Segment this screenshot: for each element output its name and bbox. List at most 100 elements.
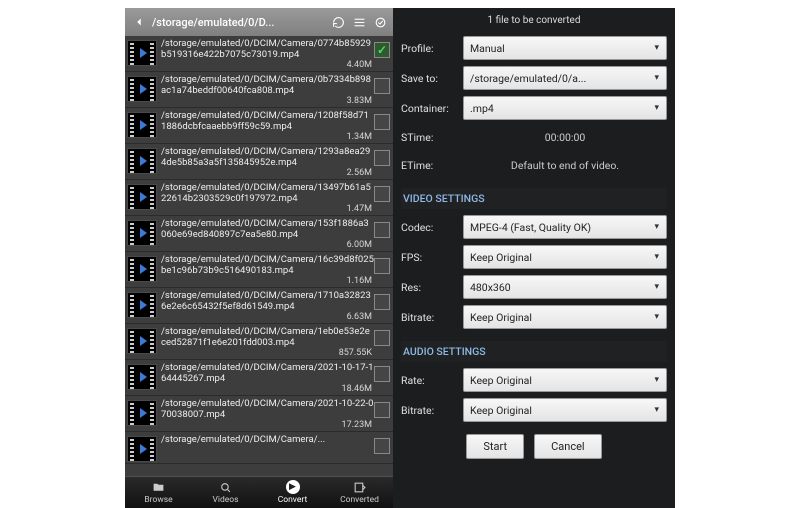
rate-select[interactable]: Keep Original bbox=[463, 368, 667, 392]
file-size: 1.47M bbox=[161, 204, 374, 214]
video-thumb-icon bbox=[127, 364, 157, 390]
file-checkbox[interactable] bbox=[374, 186, 390, 202]
file-checkbox[interactable] bbox=[374, 150, 390, 166]
abitrate-label: Bitrate: bbox=[401, 404, 457, 417]
container-select[interactable]: .mp4 bbox=[463, 96, 667, 120]
etime-field[interactable]: Default to end of video. bbox=[463, 154, 667, 176]
container-label: Container: bbox=[401, 102, 457, 115]
file-name: /storage/emulated/0/DCIM/Camera/1eb0e53e… bbox=[161, 326, 374, 348]
file-row[interactable]: /storage/emulated/0/DCIM/Camera/1208f58d… bbox=[125, 108, 393, 144]
file-name: /storage/emulated/0/DCIM/Camera/1710a328… bbox=[161, 290, 374, 312]
file-row[interactable]: /storage/emulated/0/DCIM/Camera/2021-10-… bbox=[125, 360, 393, 396]
start-button[interactable]: Start bbox=[466, 434, 524, 459]
convert-settings-panel: 1 file to be converted Profile: Manual S… bbox=[393, 8, 675, 508]
stime-label: STime: bbox=[401, 131, 457, 144]
file-size: 857.55K bbox=[161, 348, 374, 358]
video-thumb-icon bbox=[127, 436, 157, 462]
select-all-icon[interactable] bbox=[371, 13, 389, 31]
profile-label: Profile: bbox=[401, 42, 457, 55]
file-list[interactable]: /storage/emulated/0/DCIM/Camera/0774b859… bbox=[125, 36, 393, 476]
file-row[interactable]: /storage/emulated/0/DCIM/Camera/... bbox=[125, 432, 393, 464]
file-name: /storage/emulated/0/DCIM/Camera/153f1886… bbox=[161, 218, 374, 240]
current-path: /storage/emulated/0/D... bbox=[152, 16, 326, 29]
file-row[interactable]: /storage/emulated/0/DCIM/Camera/1eb0e53e… bbox=[125, 324, 393, 360]
file-size: 6.63M bbox=[161, 312, 374, 322]
file-size: 1.16M bbox=[161, 276, 374, 286]
file-row[interactable]: /storage/emulated/0/DCIM/Camera/0b7334b8… bbox=[125, 72, 393, 108]
file-checkbox[interactable] bbox=[374, 438, 390, 454]
vbitrate-label: Bitrate: bbox=[401, 311, 457, 324]
codec-select[interactable]: MPEG-4 (Fast, Quality OK) bbox=[463, 215, 667, 239]
file-row[interactable]: /storage/emulated/0/DCIM/Camera/13497b61… bbox=[125, 180, 393, 216]
video-thumb-icon bbox=[127, 184, 157, 210]
video-thumb-icon bbox=[127, 76, 157, 102]
file-name: /storage/emulated/0/DCIM/Camera/2021-10-… bbox=[161, 362, 374, 384]
video-thumb-icon bbox=[127, 112, 157, 138]
video-section-header: VIDEO SETTINGS bbox=[401, 188, 667, 209]
file-size: 3.83M bbox=[161, 96, 374, 106]
codec-label: Codec: bbox=[401, 221, 457, 234]
back-button[interactable] bbox=[129, 12, 149, 32]
tab-convert[interactable]: ▶ Convert bbox=[259, 477, 326, 508]
tab-converted[interactable]: Converted bbox=[326, 477, 393, 508]
file-size: 4.40M bbox=[161, 60, 374, 70]
file-checkbox[interactable] bbox=[374, 294, 390, 310]
tab-videos[interactable]: Videos bbox=[192, 477, 259, 508]
video-thumb-icon bbox=[127, 220, 157, 246]
tab-browse[interactable]: Browse bbox=[125, 477, 192, 508]
file-row[interactable]: /storage/emulated/0/DCIM/Camera/1710a328… bbox=[125, 288, 393, 324]
bottom-nav: Browse Videos ▶ Convert Converted bbox=[125, 476, 393, 508]
video-thumb-icon bbox=[127, 400, 157, 426]
file-browser-panel: /storage/emulated/0/D... /storage/emulat… bbox=[125, 8, 393, 508]
file-size: 2.56M bbox=[161, 168, 374, 178]
saveto-select[interactable]: /storage/emulated/0/a... bbox=[463, 66, 667, 90]
vbitrate-select[interactable]: Keep Original bbox=[463, 305, 667, 329]
file-name: /storage/emulated/0/DCIM/Camera/0774b859… bbox=[161, 38, 374, 60]
file-row[interactable]: /storage/emulated/0/DCIM/Camera/2021-10-… bbox=[125, 396, 393, 432]
file-name: /storage/emulated/0/DCIM/Camera/... bbox=[161, 434, 374, 445]
file-name: /storage/emulated/0/DCIM/Camera/2021-10-… bbox=[161, 398, 374, 420]
convert-heading: 1 file to be converted bbox=[401, 12, 667, 36]
file-checkbox[interactable] bbox=[374, 366, 390, 382]
file-checkbox[interactable] bbox=[374, 402, 390, 418]
cancel-button[interactable]: Cancel bbox=[534, 434, 601, 459]
fps-select[interactable]: Keep Original bbox=[463, 245, 667, 269]
abitrate-select[interactable]: Keep Original bbox=[463, 398, 667, 422]
file-size: 6.00M bbox=[161, 240, 374, 250]
audio-section-header: AUDIO SETTINGS bbox=[401, 341, 667, 362]
etime-label: ETime: bbox=[401, 159, 457, 172]
rate-label: Rate: bbox=[401, 374, 457, 387]
file-name: /storage/emulated/0/DCIM/Camera/13497b61… bbox=[161, 182, 374, 204]
video-thumb-icon bbox=[127, 148, 157, 174]
res-label: Res: bbox=[401, 281, 457, 294]
file-checkbox[interactable] bbox=[374, 258, 390, 274]
toolbar: /storage/emulated/0/D... bbox=[125, 8, 393, 36]
file-checkbox[interactable] bbox=[374, 78, 390, 94]
fps-label: FPS: bbox=[401, 251, 457, 264]
file-row[interactable]: /storage/emulated/0/DCIM/Camera/0774b859… bbox=[125, 36, 393, 72]
res-select[interactable]: 480x360 bbox=[463, 275, 667, 299]
stime-field[interactable]: 00:00:00 bbox=[463, 126, 667, 148]
tab-label: Convert bbox=[278, 495, 308, 505]
refresh-icon[interactable] bbox=[329, 13, 347, 31]
video-thumb-icon bbox=[127, 256, 157, 282]
menu-icon[interactable] bbox=[350, 13, 368, 31]
file-name: /storage/emulated/0/DCIM/Camera/16c39d8f… bbox=[161, 254, 374, 276]
file-row[interactable]: /storage/emulated/0/DCIM/Camera/1293a8ea… bbox=[125, 144, 393, 180]
file-name: /storage/emulated/0/DCIM/Camera/1293a8ea… bbox=[161, 146, 374, 168]
file-size: 18.46M bbox=[161, 384, 374, 394]
file-checkbox[interactable] bbox=[374, 114, 390, 130]
file-row[interactable]: /storage/emulated/0/DCIM/Camera/153f1886… bbox=[125, 216, 393, 252]
file-name: /storage/emulated/0/DCIM/Camera/1208f58d… bbox=[161, 110, 374, 132]
video-thumb-icon bbox=[127, 328, 157, 354]
file-checkbox[interactable] bbox=[374, 222, 390, 238]
video-thumb-icon bbox=[127, 292, 157, 318]
profile-select[interactable]: Manual bbox=[463, 36, 667, 60]
video-thumb-icon bbox=[127, 40, 157, 66]
file-checkbox[interactable]: ✓ bbox=[374, 42, 390, 58]
file-size: 1.34M bbox=[161, 132, 374, 142]
file-checkbox[interactable] bbox=[374, 330, 390, 346]
file-name: /storage/emulated/0/DCIM/Camera/0b7334b8… bbox=[161, 74, 374, 96]
file-row[interactable]: /storage/emulated/0/DCIM/Camera/16c39d8f… bbox=[125, 252, 393, 288]
file-size: 17.23M bbox=[161, 420, 374, 430]
